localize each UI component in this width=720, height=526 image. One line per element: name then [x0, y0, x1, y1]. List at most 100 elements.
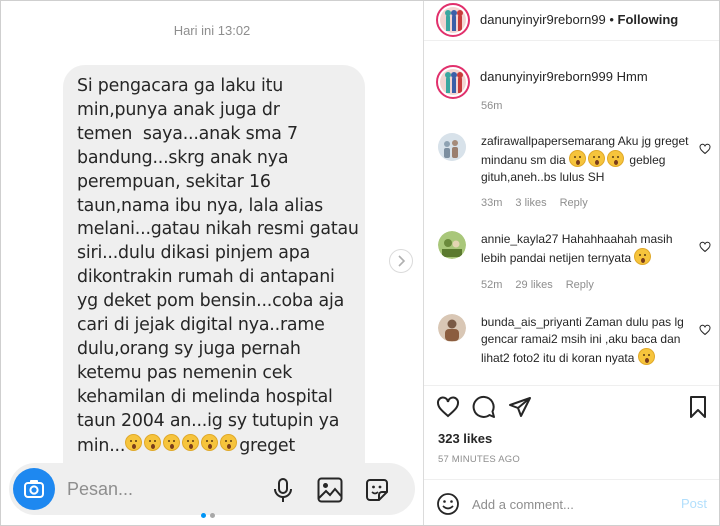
following-button[interactable]: Following [618, 12, 679, 27]
grinning-emoji-icon [569, 150, 587, 167]
post-caption: danunyinyir9reborn999 Hmm [480, 69, 648, 84]
grinning-emoji-icon [607, 150, 625, 167]
comment-time: 33m [481, 197, 503, 209]
comment-username[interactable]: bunda_ais_priyanti [481, 315, 582, 329]
likes-count[interactable]: 323 likes [438, 431, 492, 446]
avatar-image [438, 231, 466, 259]
comment-item: annie_kayla27 Hahahhaahah masih lebih pa… [438, 231, 719, 301]
avatar-image [438, 314, 466, 342]
sticker-icon [366, 479, 388, 501]
message-bubble: Si pengacara ga laku itu min,punya anak … [63, 65, 365, 485]
add-comment-input[interactable] [472, 494, 652, 514]
caption-username[interactable]: danunyinyir9reborn999 [480, 69, 613, 84]
camera-button[interactable] [13, 468, 55, 510]
chevron-right-icon [398, 255, 406, 267]
microphone-icon [274, 478, 292, 502]
grinning-emoji-icon [637, 348, 655, 365]
comment-username[interactable]: zafirawallpapersemarang [481, 134, 615, 148]
message-line: taun,nama ibu nya, lala alias [77, 195, 324, 216]
message-line: dikontrakin rumah di antapani [77, 267, 335, 288]
post-comment-button[interactable]: Post [681, 496, 707, 511]
astonished-emoji-icon [163, 433, 181, 451]
share-paper-plane-icon[interactable] [508, 395, 532, 419]
comment-meta: 52m 29 likes Reply [481, 279, 607, 291]
message-line: bandung...skrg anak nya [77, 147, 289, 168]
camera-icon [24, 480, 44, 498]
avatar-figure [445, 10, 451, 31]
chat-timestamp: Hari ini 13:02 [173, 23, 251, 38]
comment-item: zafirawallpapersemarang Aku jg greget mi… [438, 133, 719, 213]
avatar-figure [457, 72, 463, 93]
message-line: melani...gatau nikah resmi gatau [77, 219, 359, 240]
commenter-avatar[interactable] [438, 133, 466, 161]
save-bookmark-icon[interactable] [686, 395, 710, 419]
message-line: min,punya anak juga dr [77, 99, 280, 120]
carousel-dot [210, 513, 215, 518]
message-input[interactable] [67, 478, 217, 500]
avatar-figure [451, 72, 457, 93]
author-username[interactable]: danunyinyir9reborn99 [480, 12, 606, 27]
message-line: Si pengacara ga laku itu [77, 76, 284, 96]
carousel-dot-active [201, 513, 206, 518]
caption-text: Hmm [616, 69, 648, 84]
comment-body: bunda_ais_priyanti Zaman dulu pas lg gen… [481, 314, 701, 367]
emoji-row [125, 433, 239, 451]
commenter-avatar[interactable] [438, 314, 466, 342]
post-date: 57 MINUTES AGO [438, 454, 520, 465]
image-icon [317, 477, 343, 503]
astonished-emoji-icon [220, 433, 238, 451]
message-line-start: min... [77, 435, 126, 456]
author-avatar[interactable] [436, 3, 470, 37]
comment-meta: 33m 3 likes Reply [481, 197, 601, 209]
reply-button[interactable]: Reply [560, 197, 588, 209]
like-heart-icon[interactable] [436, 395, 460, 419]
like-comment-heart-icon[interactable] [699, 324, 711, 336]
grinning-emoji-icon [634, 248, 652, 265]
gallery-button[interactable] [315, 475, 345, 505]
post-actions [424, 385, 719, 425]
message-line: ketemu pas nemenin cek [77, 362, 293, 383]
comment-username[interactable]: annie_kayla27 [481, 232, 558, 246]
post-sidebar: danunyinyir9reborn99 • Following danunyi… [424, 1, 719, 525]
dm-chat-pane: Hari ini 13:02 Si pengacara ga laku itu … [1, 1, 423, 525]
emoji-smile-icon[interactable] [436, 492, 460, 516]
astonished-emoji-icon [201, 433, 219, 451]
astonished-emoji-icon [182, 433, 200, 451]
message-composer [9, 463, 415, 515]
message-line: taun 2004 an...ig sy tutupin ya [77, 410, 340, 431]
avatar-image [440, 69, 466, 95]
message-line: temen saya...anak sma 7 [77, 123, 298, 144]
carousel-indicator [201, 513, 215, 518]
message-line: cari di jejak digital nya..rame [77, 315, 325, 336]
like-comment-heart-icon[interactable] [699, 241, 711, 253]
next-image-button[interactable] [389, 249, 413, 273]
astonished-emoji-icon [125, 433, 143, 451]
comment-body: annie_kayla27 Hahahhaahah masih lebih pa… [481, 231, 701, 267]
message-line-end: greget [239, 435, 296, 456]
post-header: danunyinyir9reborn99 • Following [424, 1, 719, 41]
commenter-avatar[interactable] [438, 231, 466, 259]
caption-time: 56m [481, 100, 503, 112]
comment-likes[interactable]: 29 likes [515, 279, 552, 291]
grinning-emoji-icon [588, 150, 606, 167]
message-line: dulu,orang sy juga pernah [77, 338, 301, 359]
astonished-emoji-icon [144, 433, 162, 451]
message-line: kehamilan di melinda hospital [77, 386, 333, 407]
avatar-image [438, 133, 466, 161]
avatar-figure [445, 72, 451, 93]
reply-button[interactable]: Reply [566, 279, 594, 291]
header-user-line: danunyinyir9reborn99 • Following [480, 12, 678, 27]
voice-message-button[interactable] [268, 475, 298, 505]
avatar-figure [457, 10, 463, 31]
message-line: perempuan, sekitar 16 [77, 171, 271, 192]
message-line: yg deket pom bensin...coba aja [77, 291, 345, 312]
comment-likes[interactable]: 3 likes [515, 197, 546, 209]
add-comment-bar: Post [424, 479, 719, 525]
message-text: Si pengacara ga laku itu min,punya anak … [77, 75, 359, 459]
like-comment-heart-icon[interactable] [699, 143, 711, 155]
comment-bubble-icon[interactable] [472, 395, 496, 419]
separator-dot: • [605, 12, 618, 27]
caption-avatar[interactable] [436, 65, 470, 99]
sticker-button[interactable] [362, 475, 392, 505]
comment-time: 52m [481, 279, 503, 291]
